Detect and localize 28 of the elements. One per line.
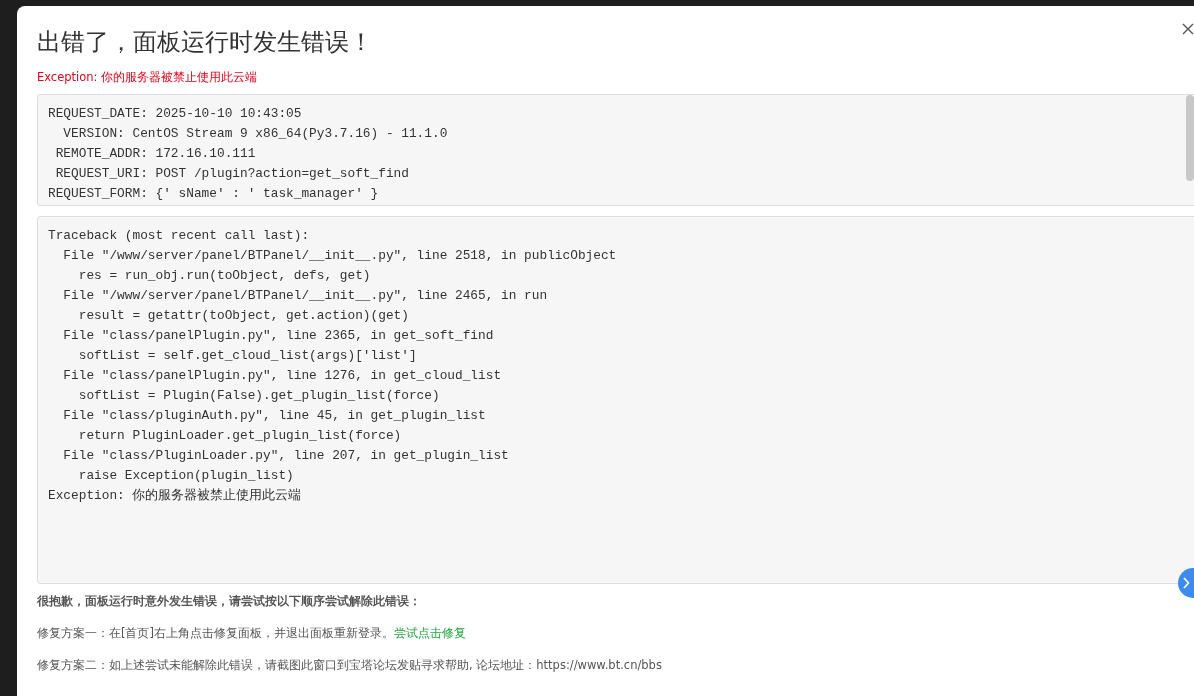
traceback-line: res = run_obj.run(toObject, defs, get) [77, 267, 371, 285]
request-info-line: REQUEST_URI: POST /plugin?action=get_soft_find [54, 165, 409, 183]
traceback-line: return PluginLoader.get_plugin_list(force) [77, 427, 402, 445]
traceback-line: File "class/panelPlugin.py", line 1276, in get_cloud_list [62, 367, 502, 385]
request-info-line: REQUEST_FORM: {' sName' : ' task_manager' } [48, 185, 379, 203]
request-info-line: REMOTE_ADDR: 172.16.10.111 [54, 145, 256, 163]
repair-link[interactable]: 尝试点击修复 [394, 626, 466, 640]
request-info-line: VERSION: CentOS Stream 9 x86_64(Py3.7.16) - 11.1.0 [62, 125, 448, 143]
traceback-line: File "class/panelPlugin.py", line 2365, in get_soft_find [62, 327, 494, 345]
traceback-line: File "class/PluginLoader.py", line 207, in get_plugin_list [62, 447, 509, 465]
scrollbar-thumb[interactable] [1186, 95, 1194, 181]
fix-instruction: 修复方案一：在[首页]右上角点击修复面板，并退出面板重新登录。尝试点击修复 [37, 626, 466, 640]
traceback-line: File "/www/server/panel/BTPanel/__init__.py", line 2518, in publicObject [62, 247, 617, 265]
traceback-line: File "/www/server/panel/BTPanel/__init__.py", line 2465, in run [62, 287, 548, 305]
help-heading: 很抱歉，面板运行时意外发生错误，请尝试按以下顺序尝试解除此错误： [37, 594, 421, 608]
traceback-line: File "class/pluginAuth.py", line 45, in get_plugin_list [62, 407, 486, 425]
traceback-line: raise Exception(plugin_list) [77, 467, 294, 485]
traceback-line: Traceback (most recent call last): [48, 227, 310, 245]
traceback-line: softList = self.get_cloud_list(args)['list'] [77, 347, 417, 365]
chevron-right-icon [1182, 577, 1190, 589]
traceback-line: Exception: 你的服务器被禁止使用此云端 [48, 487, 302, 505]
request-info-line: REQUEST_DATE: 2025-10-10 10:43:05 [48, 105, 302, 123]
fix-instruction: 修复方案二：如上述尝试未能解除此错误，请截图此窗口到宝塔论坛发贴寻求帮助, 论坛地址：https://www.bt.cn/bbs [37, 658, 662, 672]
exception-message: Exception: 你的服务器被禁止使用此云端 [37, 70, 258, 84]
dialog-title: 出错了，面板运行时发生错误！ [37, 28, 373, 56]
traceback-line: result = getattr(toObject, get.action)(get) [77, 307, 409, 325]
traceback-line: softList = Plugin(False).get_plugin_list(force) [77, 387, 440, 405]
close-icon[interactable] [1182, 23, 1194, 35]
